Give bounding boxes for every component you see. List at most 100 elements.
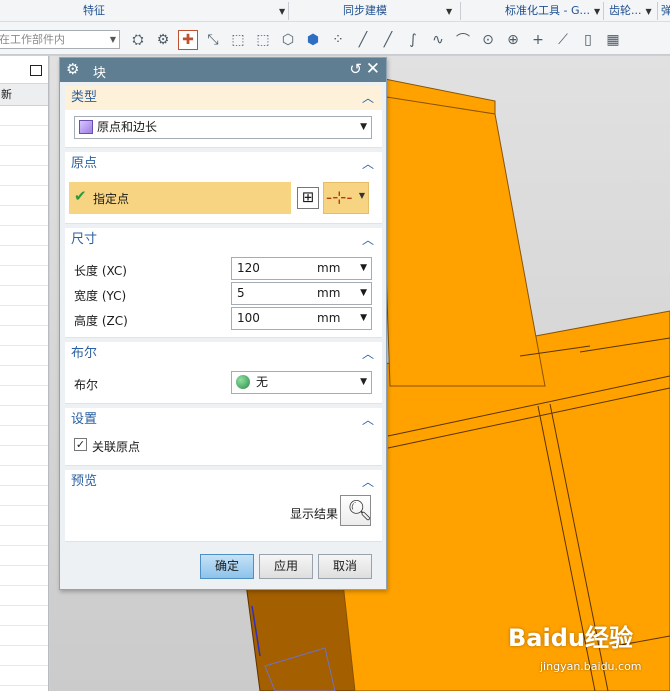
select-curve-icon[interactable]: ⤡ [203, 30, 223, 50]
point-type-dropdown[interactable]: -⊹- ▼ [323, 182, 369, 214]
list-item[interactable] [0, 486, 48, 506]
solid-body-icon[interactable]: ⬡ [278, 30, 298, 50]
curve-icon[interactable]: ∫ [403, 30, 423, 50]
list-item[interactable] [0, 646, 48, 666]
width-input[interactable]: 5 mm ▼ [231, 282, 372, 305]
cancel-button[interactable]: 取消 [318, 554, 372, 579]
grid-icon[interactable]: ▦ [603, 30, 623, 50]
boolean-select[interactable]: 无 ▼ [231, 371, 372, 394]
collapse-icon[interactable]: ︿ [362, 470, 374, 494]
navigator-column-header[interactable]: 新 [0, 84, 48, 106]
list-item[interactable] [0, 326, 48, 346]
origin-section-header[interactable]: 原点 ︿ [65, 152, 382, 176]
ribbon-group-label: 标准化工具 - G... [505, 4, 590, 17]
width-label: 宽度 (YC) [74, 289, 127, 303]
chevron-down-icon[interactable]: ▼ [360, 313, 367, 323]
preview-section-header[interactable]: 预览 ︿ [65, 470, 382, 494]
ribbon-group-gear[interactable]: 齿轮... ▼ [609, 0, 652, 22]
chevron-down-icon[interactable]: ▼ [360, 288, 367, 298]
ribbon-group-label: 弹 [661, 4, 670, 17]
snap-point-icon[interactable]: ✚ [178, 30, 198, 50]
collapse-icon[interactable]: ︿ [362, 342, 374, 366]
apply-button[interactable]: 应用 [259, 554, 313, 579]
ribbon-group-standard-tools[interactable]: 标准化工具 - G... ▼ [505, 0, 600, 22]
settings-section: 设置 ︿ ✓ 关联原点 [65, 408, 382, 466]
list-item[interactable] [0, 126, 48, 146]
list-item[interactable] [0, 626, 48, 646]
boolean-section-header[interactable]: 布尔 ︿ [65, 342, 382, 366]
settings-section-header[interactable]: 设置 ︿ [65, 408, 382, 432]
line-icon[interactable]: ╱ [378, 30, 398, 50]
list-item[interactable] [0, 346, 48, 366]
list-item[interactable] [0, 586, 48, 606]
list-item[interactable] [0, 406, 48, 426]
list-item[interactable] [0, 666, 48, 686]
dimensions-section-header[interactable]: 尺寸 ︿ [65, 228, 382, 252]
collapse-icon[interactable]: ︿ [362, 86, 374, 110]
list-item[interactable] [0, 546, 48, 566]
ribbon-group-spring[interactable]: 弹 [661, 0, 670, 22]
list-item[interactable] [0, 206, 48, 226]
circle-icon[interactable]: ⊙ [478, 30, 498, 50]
collapse-icon[interactable]: ︿ [362, 152, 374, 176]
shaded-cube-icon[interactable]: ⬢ [303, 30, 323, 50]
target-icon[interactable]: ⊕ [503, 30, 523, 50]
type-section-header[interactable]: 类型 ︿ [65, 86, 382, 110]
list-item[interactable] [0, 566, 48, 586]
arc-icon[interactable]: ⌒ [453, 30, 473, 50]
point-dialog-button[interactable]: ⊞ [297, 187, 319, 209]
list-item[interactable] [0, 106, 48, 126]
list-item[interactable] [0, 226, 48, 246]
list-item[interactable] [0, 186, 48, 206]
dialog-titlebar[interactable]: ⚙ 块 ↺ ✕ [60, 58, 386, 82]
collapse-icon[interactable]: ︿ [362, 408, 374, 432]
select-feature-icon[interactable]: ⛭ [128, 30, 148, 50]
tangent-icon[interactable]: ⟋ [553, 30, 573, 50]
select-edge-icon[interactable]: ⬚ [228, 30, 248, 50]
ribbon-group-sync-modeling[interactable]: 同步建模 [343, 0, 387, 22]
maximize-icon[interactable] [30, 65, 42, 76]
select-body-icon[interactable]: ⚙ [153, 30, 173, 50]
list-item[interactable] [0, 366, 48, 386]
associative-origin-checkbox[interactable]: ✓ [74, 438, 87, 451]
length-input[interactable]: 120 mm ▼ [231, 257, 372, 280]
ribbon-group-sync-dropdown[interactable]: ▼ [442, 0, 452, 22]
line-icon[interactable]: ╱ [353, 30, 373, 50]
selection-filter-dropdown[interactable]: 在工作部件内 ▼ [0, 30, 120, 49]
type-select[interactable]: 原点和边长 ▼ [74, 116, 372, 139]
view-icon[interactable]: ▯ [578, 30, 598, 50]
list-item[interactable] [0, 606, 48, 626]
close-icon[interactable]: ✕ [366, 59, 380, 79]
list-item[interactable] [0, 166, 48, 186]
list-item[interactable] [0, 286, 48, 306]
type-section: 类型 ︿ 原点和边长 ▼ [65, 86, 382, 148]
box-select-icon[interactable]: ⬚ [253, 30, 273, 50]
list-item[interactable] [0, 446, 48, 466]
reset-icon[interactable]: ↺ [349, 60, 362, 78]
ribbon-group-features[interactable]: 特征 [83, 0, 105, 22]
list-item[interactable] [0, 146, 48, 166]
list-item[interactable] [0, 246, 48, 266]
list-item[interactable] [0, 266, 48, 286]
list-item[interactable] [0, 466, 48, 486]
show-result-button[interactable]: 🔍︎ [340, 495, 372, 526]
gear-icon[interactable]: ⚙ [66, 60, 79, 78]
chevron-down-icon[interactable]: ▼ [360, 263, 367, 273]
collapse-icon[interactable]: ︿ [362, 228, 374, 252]
ribbon-separator [657, 2, 658, 20]
list-item[interactable] [0, 426, 48, 446]
spline-icon[interactable]: ∿ [428, 30, 448, 50]
list-item[interactable] [0, 306, 48, 326]
block-dialog: ⚙ 块 ↺ ✕ 类型 ︿ 原点和边长 ▼ 原点 ︿ ✔ 指定点 ⊞ -⊹- ▼ [59, 57, 387, 590]
ok-button[interactable]: 确定 [200, 554, 254, 579]
inferred-point-icon: -⊹- [326, 188, 353, 208]
height-input[interactable]: 100 mm ▼ [231, 307, 372, 330]
plus-icon[interactable]: + [528, 30, 548, 50]
section-title: 尺寸 [71, 232, 98, 247]
specify-point-row[interactable]: ✔ 指定点 [69, 182, 291, 214]
list-item[interactable] [0, 386, 48, 406]
ribbon-group-features-dropdown[interactable]: ▼ [275, 0, 285, 22]
list-item[interactable] [0, 506, 48, 526]
point-cloud-icon[interactable]: ⁘ [328, 30, 348, 50]
list-item[interactable] [0, 526, 48, 546]
